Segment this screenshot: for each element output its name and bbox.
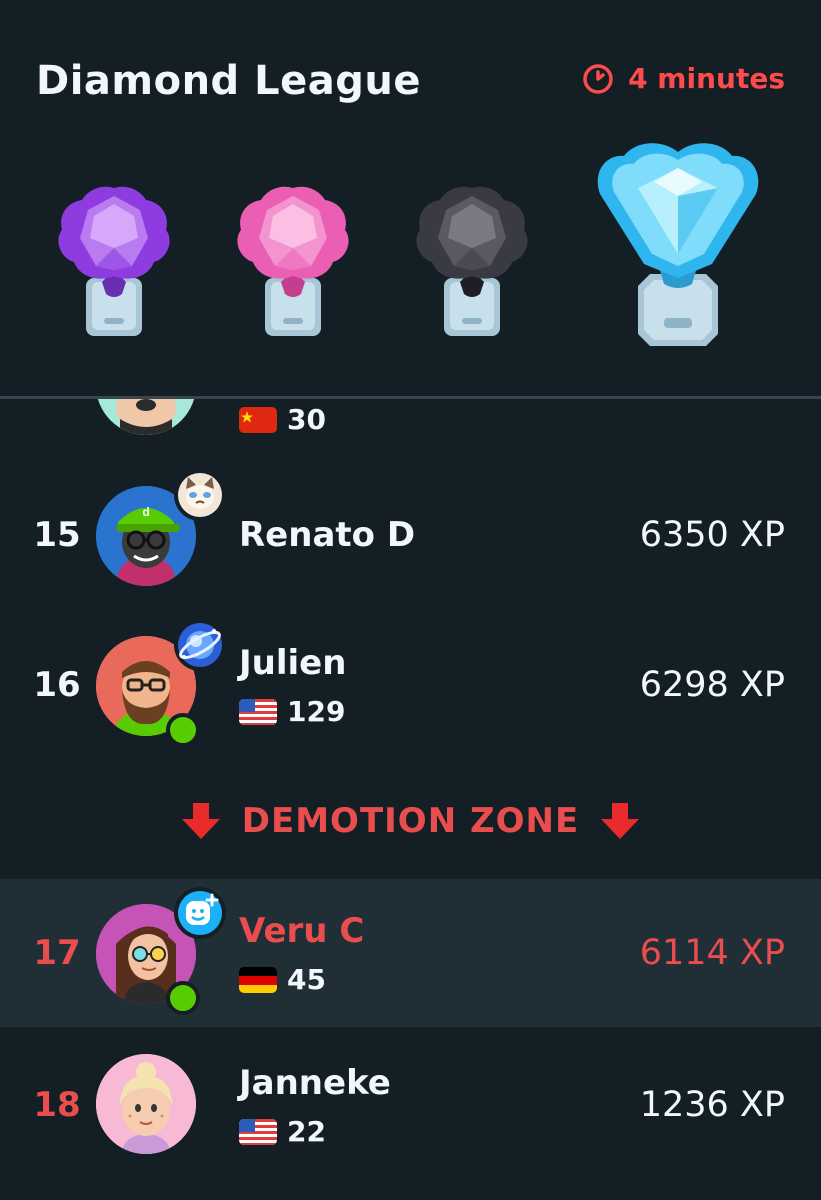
user-meta: 129 <box>239 695 345 728</box>
xp-value: 6350 XP <box>639 515 785 555</box>
china-flag <box>239 406 277 433</box>
galaxy-badge-icon[interactable] <box>174 619 226 671</box>
avatar-illustration <box>96 399 196 435</box>
avatar[interactable] <box>96 399 196 435</box>
streak-count: 30 <box>287 403 326 436</box>
leaderboard-row-partial[interactable]: 30 <box>0 399 821 439</box>
streak-count: 129 <box>287 695 346 728</box>
demotion-zone-text: DEMOTION ZONE <box>241 801 580 841</box>
avatar-illustration <box>96 1054 196 1154</box>
leaderboard-row[interactable]: 18 Janneke 22 1236 XP <box>0 1051 821 1161</box>
league-header: Diamond League 4 minutes <box>0 0 821 396</box>
germany-flag <box>239 966 277 993</box>
usa-flag <box>239 1118 277 1145</box>
page-title: Diamond League <box>36 58 421 104</box>
leaderboard-list[interactable]: 30 15 d Renato D 6350 XP 16 Julien 129 6… <box>0 399 821 1200</box>
svg-text:d: d <box>142 505 149 519</box>
online-indicator <box>166 981 200 1015</box>
clock-icon <box>583 63 613 94</box>
user-meta: 22 <box>239 1115 326 1148</box>
cat-badge-icon[interactable] <box>174 469 226 521</box>
online-indicator <box>166 713 200 747</box>
arrow-down-icon <box>601 803 640 839</box>
header-divider <box>0 396 821 399</box>
user-meta: 30 <box>239 403 326 436</box>
streak-count: 22 <box>287 1115 326 1148</box>
amethyst-trophy[interactable] <box>52 182 176 342</box>
xp-value: 6114 XP <box>639 933 785 973</box>
usa-flag <box>239 698 277 725</box>
user-name[interactable]: Janneke <box>239 1063 391 1103</box>
leaderboard-row[interactable]: 15 d Renato D 6350 XP <box>0 469 821 591</box>
streak-count: 45 <box>287 963 326 996</box>
obsidian-trophy[interactable] <box>410 182 534 342</box>
xp-value: 6298 XP <box>639 665 785 705</box>
user-name[interactable]: Veru C <box>239 911 364 951</box>
user-name[interactable]: Julien <box>239 643 346 683</box>
arrow-down-icon <box>181 803 220 839</box>
league-timer: 4 minutes <box>582 62 785 95</box>
smile-plus-badge-icon[interactable] <box>174 887 226 939</box>
pearl-trophy[interactable] <box>231 182 355 342</box>
xp-value: 1236 XP <box>639 1085 785 1125</box>
demotion-zone-label: DEMOTION ZONE <box>0 801 821 841</box>
leaderboard-row[interactable]: 16 Julien 129 6298 XP <box>0 619 821 747</box>
user-name[interactable]: Renato D <box>239 515 415 555</box>
diamond-trophy[interactable] <box>592 138 764 350</box>
user-meta: 45 <box>239 963 326 996</box>
leaderboard-row-current-user[interactable]: 17 Veru C 45 6114 XP <box>0 887 821 1015</box>
avatar[interactable] <box>96 1054 196 1154</box>
timer-text: 4 minutes <box>628 62 785 95</box>
